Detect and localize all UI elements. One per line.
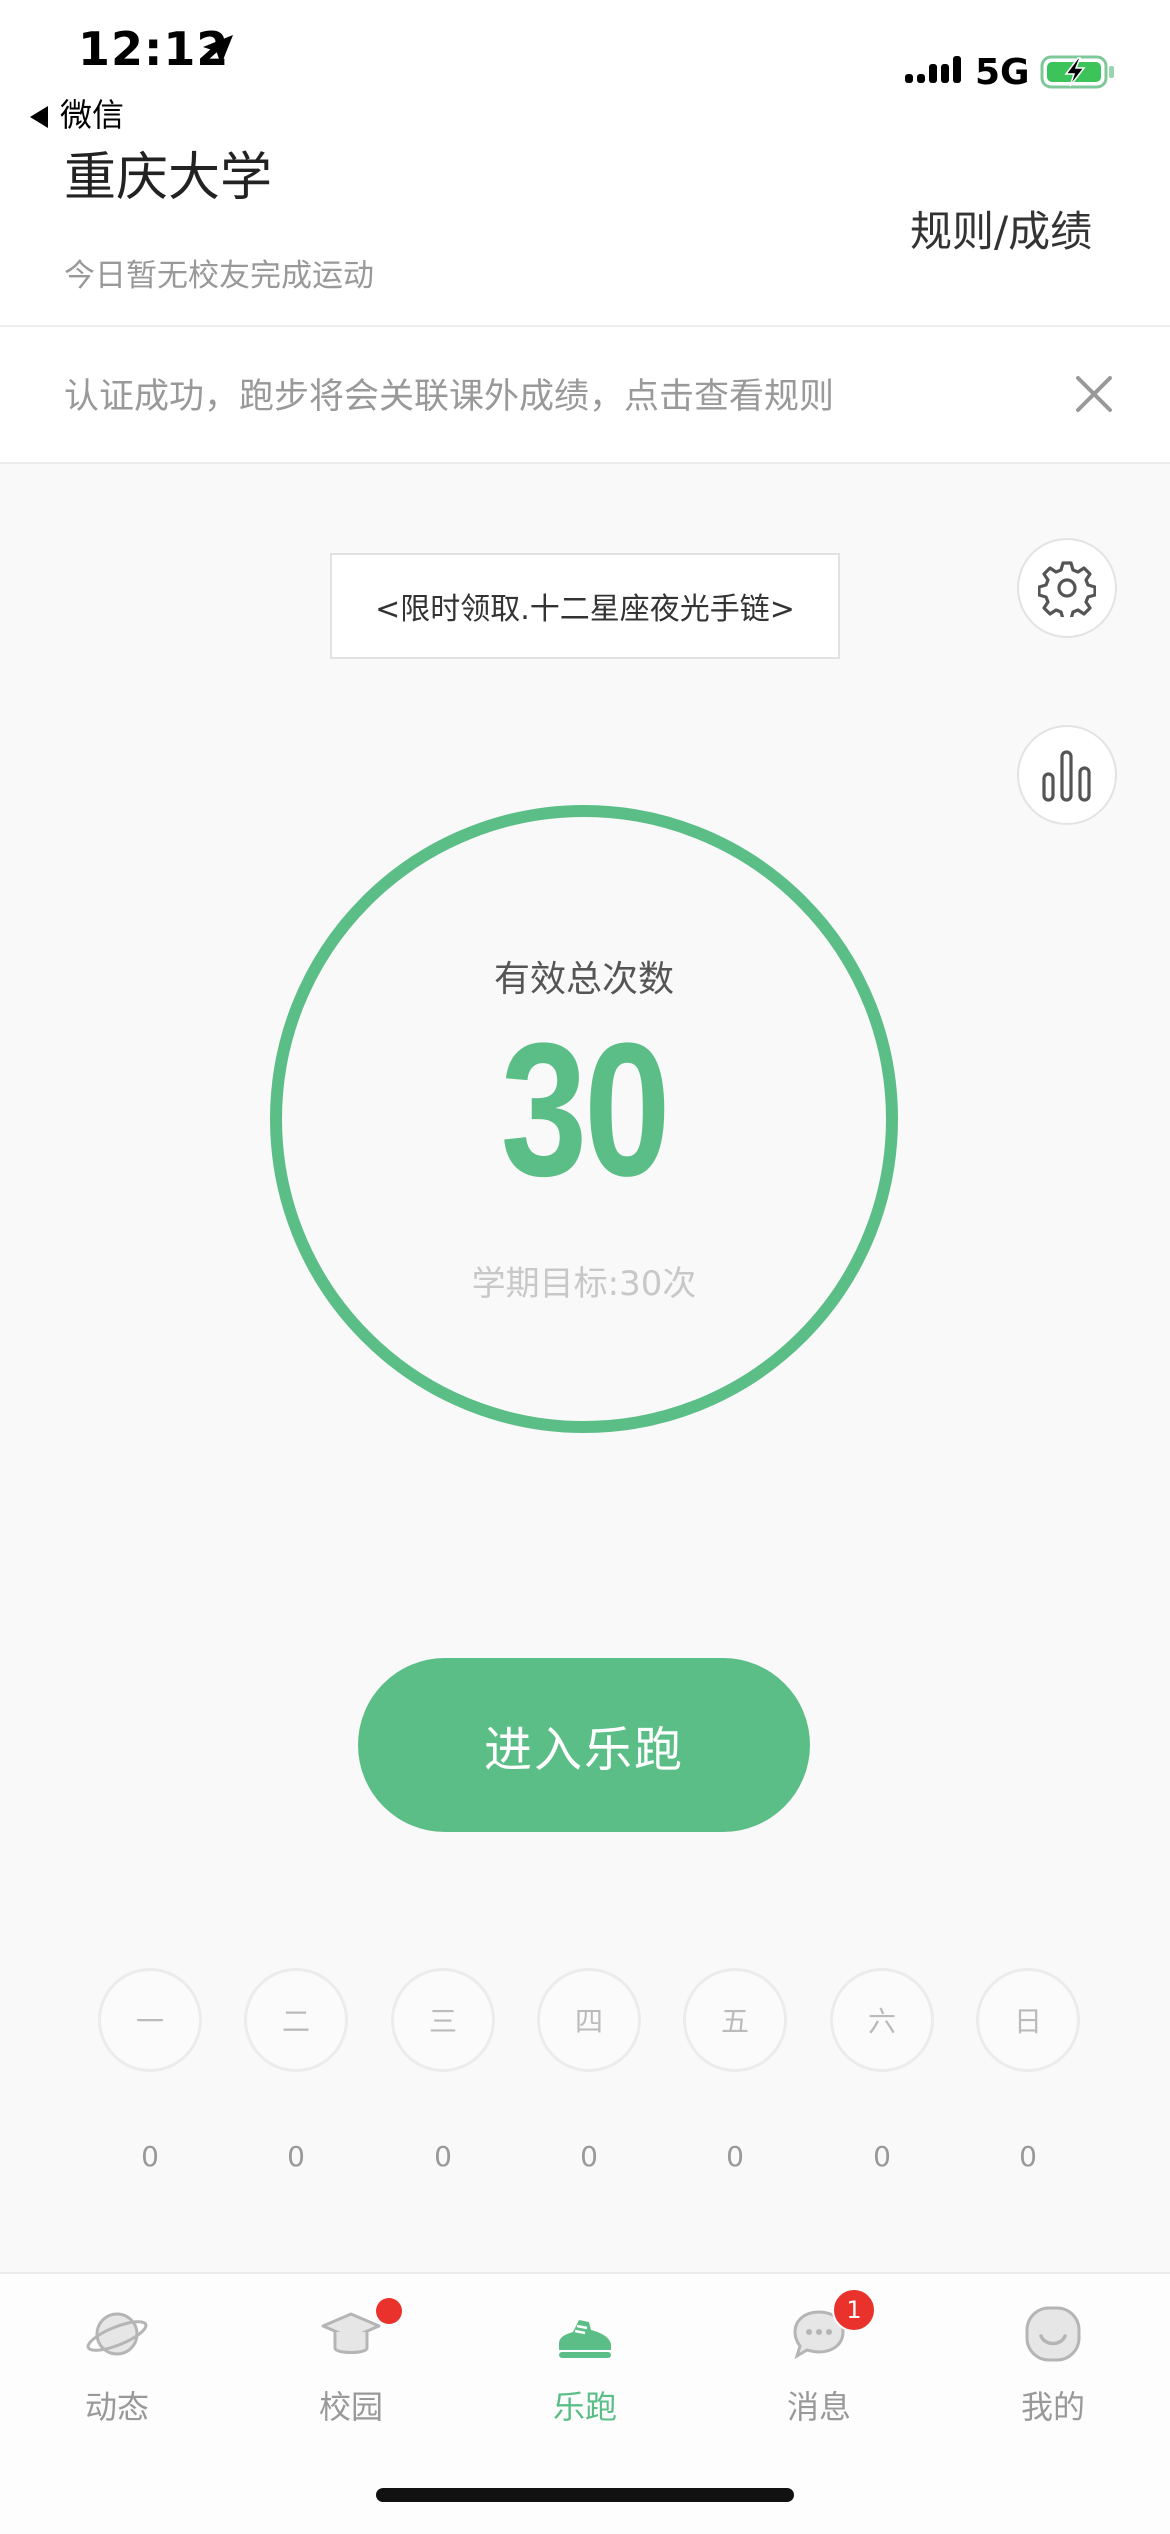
back-to-wechat[interactable]: 微信 — [30, 90, 124, 136]
back-label: 微信 — [60, 96, 125, 134]
school-name: 重庆大学 — [64, 148, 273, 208]
settings-button[interactable] — [1017, 538, 1117, 638]
weekday-thu[interactable]: 四 — [537, 1968, 641, 2072]
weekday-count: 0 — [287, 2140, 305, 2173]
weekday-sat[interactable]: 六 — [830, 1968, 934, 2072]
tab-profile[interactable]: 我的 — [936, 2290, 1170, 2440]
tab-label: 消息 — [786, 2388, 851, 2426]
home-indicator — [376, 2488, 794, 2502]
weekday-count: 0 — [1019, 2140, 1037, 2173]
tab-feed[interactable]: 动态 — [0, 2290, 234, 2440]
notification-dot — [376, 2298, 402, 2324]
message-count-badge: 1 — [832, 2288, 876, 2332]
weekday-wed[interactable]: 三 — [391, 1968, 495, 2072]
weekday-fri[interactable]: 五 — [683, 1968, 787, 2072]
planet-icon — [86, 2312, 148, 2356]
semester-goal: 学期目标:30次 — [471, 1264, 697, 1304]
notice-text[interactable]: 认证成功，跑步将会关联课外成绩，点击查看规则 — [64, 368, 834, 419]
back-arrow-icon — [30, 106, 48, 128]
smiley-icon — [1025, 2306, 1081, 2362]
header-subtitle: 今日暂无校友完成运动 — [64, 258, 374, 294]
graduation-cap-icon — [321, 2312, 381, 2354]
rules-scores-link[interactable]: 规则/成绩 — [910, 198, 1092, 259]
start-run-button[interactable]: 进入乐跑 — [358, 1658, 810, 1832]
promo-banner[interactable]: <限时领取.十二星座夜光手链> — [330, 553, 840, 659]
tab-campus[interactable]: 校园 — [234, 2290, 468, 2440]
gear-icon — [1038, 561, 1096, 617]
total-runs-label: 有效总次数 — [493, 959, 674, 1000]
cellular-signal-icon — [905, 56, 961, 83]
tab-label: 我的 — [1020, 2388, 1085, 2426]
weekday-mon[interactable]: 一 — [98, 1968, 202, 2072]
tab-run[interactable]: 乐跑 — [468, 2290, 702, 2440]
location-arrow-icon — [203, 35, 233, 65]
total-runs-count: 30 — [500, 1004, 671, 1216]
close-icon[interactable] — [1072, 372, 1116, 416]
weekday-count: 0 — [580, 2140, 598, 2173]
tab-label: 乐跑 — [552, 2388, 617, 2426]
weekday-sun[interactable]: 日 — [976, 1968, 1080, 2072]
weekday-count: 0 — [141, 2140, 159, 2173]
bar-chart-icon — [1042, 750, 1091, 802]
network-type: 5G — [975, 52, 1030, 93]
weekday-tue[interactable]: 二 — [244, 1968, 348, 2072]
weekday-count: 0 — [726, 2140, 744, 2173]
weekday-count: 0 — [873, 2140, 891, 2173]
tab-label: 校园 — [318, 2388, 383, 2426]
sneaker-icon — [559, 2320, 611, 2358]
statistics-button[interactable] — [1017, 725, 1117, 825]
battery-charging-icon — [1040, 55, 1114, 89]
tab-label: 动态 — [84, 2388, 149, 2426]
tab-messages[interactable]: 1 消息 — [702, 2288, 936, 2440]
weekday-count: 0 — [434, 2140, 452, 2173]
